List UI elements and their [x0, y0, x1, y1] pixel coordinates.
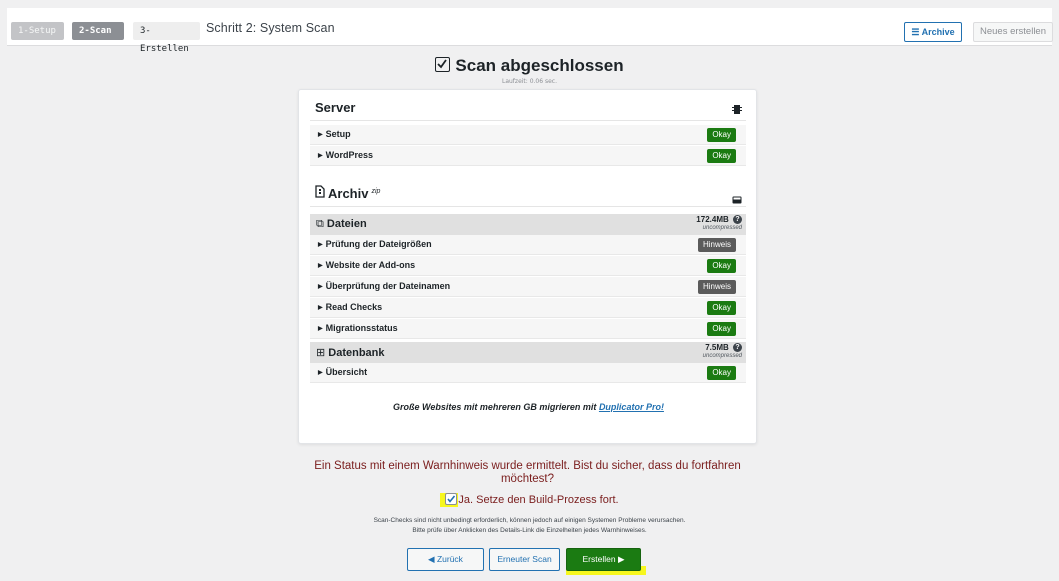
- caret-right-icon: ▶: [318, 326, 323, 332]
- status-badge: Okay: [707, 366, 736, 380]
- status-badge: Hinweis: [697, 280, 736, 294]
- check-row-filesize[interactable]: ▶ Prüfung der Dateigrößen Hinweis: [310, 235, 746, 255]
- top-bar: 1-Setup 2-Scan 3-Erstellen Schritt 2: Sy…: [7, 8, 1053, 54]
- archive-button[interactable]: ☰ Archive: [904, 22, 962, 42]
- confirm-label[interactable]: Ja. Setze den Build-Prozess fort.: [458, 494, 618, 506]
- list-icon: ☰: [911, 27, 920, 37]
- archive-section-title: Archiv zip: [315, 185, 380, 201]
- scan-runtime: Laufzeit: 0.06 sec.: [501, 78, 557, 85]
- files-group-header: ⧉ Dateien 172.4MB ? uncompressed: [310, 214, 746, 235]
- help-icon[interactable]: ?: [733, 343, 742, 352]
- status-badge: Okay: [707, 128, 736, 142]
- caret-right-icon: ▶: [318, 305, 323, 311]
- scan-title: Scan abgeschlossen: [455, 55, 624, 75]
- check-label: Setup: [325, 129, 351, 139]
- status-badge: Okay: [707, 301, 736, 315]
- step-build: 3-Erstellen: [133, 22, 200, 54]
- status-badge: Okay: [707, 259, 736, 273]
- check-row-addons[interactable]: ▶ Website der Add-ons Okay: [310, 256, 746, 276]
- warning-message: Ein Status mit einem Warnhinweis wurde e…: [314, 460, 741, 485]
- step-setup: 1-Setup: [11, 22, 64, 40]
- check-label: Migrationsstatus: [325, 323, 398, 333]
- scan-note: Scan-Checks sind nicht unbedingt erforde…: [373, 517, 686, 534]
- caret-right-icon: ▶: [318, 263, 323, 269]
- check-row-wordpress[interactable]: ▶ WordPress Okay: [310, 146, 746, 166]
- page-title: Schritt 2: System Scan: [206, 21, 335, 35]
- copy-icon: ⧉: [316, 218, 324, 230]
- check-label: Read Checks: [325, 302, 383, 312]
- server-section-title: Server: [315, 100, 356, 115]
- check-label: Übersicht: [325, 367, 368, 377]
- caret-right-icon: ▶: [318, 284, 323, 290]
- check-row-setup[interactable]: ▶ Setup Okay: [310, 125, 746, 145]
- divider: [310, 120, 746, 121]
- divider: [310, 206, 746, 207]
- caret-right-icon: ▶: [318, 153, 323, 159]
- check-row-read-checks[interactable]: ▶ Read Checks Okay: [310, 298, 746, 318]
- caret-right-icon: ▶: [318, 242, 323, 248]
- status-badge: Okay: [707, 149, 736, 163]
- build-button[interactable]: Erstellen ▶: [566, 548, 641, 571]
- step-scan: 2-Scan: [72, 22, 124, 40]
- confirm-checkbox[interactable]: [445, 493, 458, 506]
- table-icon: ⊞: [316, 347, 326, 359]
- status-badge: Hinweis: [697, 238, 736, 252]
- scan-header: Scan abgeschlossen: [0, 55, 1059, 76]
- caret-right-icon: ▶: [318, 370, 323, 376]
- database-size: 7.5MB ? uncompressed: [702, 343, 742, 359]
- confirm-row: Ja. Setze den Build-Prozess fort.: [0, 493, 1059, 508]
- check-label: Website der Add-ons: [325, 260, 416, 270]
- archive-label: Archive: [921, 27, 955, 37]
- rescan-button[interactable]: Erneuter Scan: [489, 548, 560, 571]
- status-badge: Okay: [707, 322, 736, 336]
- archive-suffix: zip: [371, 187, 381, 195]
- scan-results-panel: Server ▶ Setup Okay ▶ WordPress Okay Archi…: [298, 89, 757, 444]
- database-group-header: ⊞ Datenbank 7.5MB ? uncompressed: [310, 342, 746, 363]
- server-icon: [732, 100, 742, 119]
- checkbox-checked-icon: [435, 57, 451, 72]
- check-label: Überprüfung der Dateinamen: [325, 281, 451, 291]
- check-row-filenames[interactable]: ▶ Überprüfung der Dateinamen Hinweis: [310, 277, 746, 297]
- check-label: Prüfung der Dateigrößen: [325, 239, 432, 249]
- caret-right-icon: ▶: [318, 132, 323, 138]
- check-row-migration[interactable]: ▶ Migrationsstatus Okay: [310, 319, 746, 339]
- promo-text: Große Websites mit mehreren GB migrieren…: [393, 402, 664, 412]
- confirm-highlight: [440, 493, 459, 508]
- file-zip-icon: [315, 185, 325, 201]
- files-size: 172.4MB ? uncompressed: [696, 215, 742, 231]
- check-row-overview[interactable]: ▶ Übersicht Okay: [310, 363, 746, 383]
- back-button[interactable]: ◀ Zurück: [407, 548, 484, 571]
- check-label: WordPress: [325, 150, 373, 160]
- help-icon[interactable]: ?: [733, 215, 742, 224]
- new-package-button[interactable]: Neues erstellen: [973, 22, 1053, 42]
- duplicator-pro-link[interactable]: Duplicator Pro!: [599, 402, 664, 412]
